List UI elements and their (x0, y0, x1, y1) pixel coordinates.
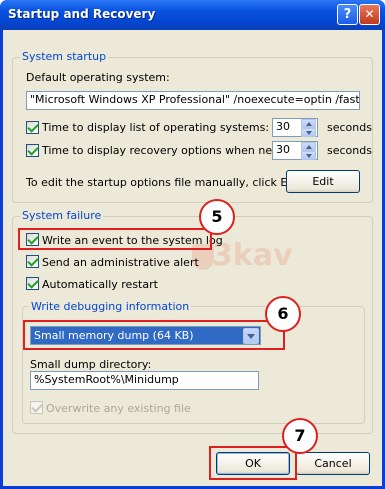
title-bar[interactable]: Startup and Recovery ? ✕ (0, 0, 385, 30)
default-os-label: Default operating system: (26, 71, 170, 84)
debug-info-selected: Small memory dump (64 KB) (34, 329, 194, 342)
chevron-down-icon[interactable] (243, 328, 259, 344)
edit-hint-text: To edit the startup options file manuall… (26, 176, 306, 189)
admin-alert-checkbox[interactable] (26, 255, 39, 268)
close-icon: ✕ (364, 7, 375, 21)
recovery-spin-up[interactable] (301, 142, 316, 151)
dump-dir-input[interactable]: %SystemRoot%\Minidump (30, 371, 259, 390)
cancel-button-label: Cancel (314, 457, 352, 470)
edit-button[interactable]: Edit (286, 170, 360, 193)
write-event-label: Write an event to the system log (42, 234, 223, 247)
default-os-value: "Microsoft Windows XP Professional" /noe… (30, 93, 360, 106)
dump-dir-value: %SystemRoot%\Minidump (34, 373, 179, 386)
system-startup-label: System startup (20, 50, 109, 63)
display-list-unit: seconds (327, 121, 372, 134)
callout-5: 5 (199, 199, 235, 235)
write-event-checkbox[interactable] (26, 233, 39, 246)
debug-info-label: Write debugging information (29, 300, 192, 313)
recovery-options-checkbox[interactable] (26, 144, 39, 157)
overwrite-label: Overwrite any existing file (46, 402, 191, 415)
startup-recovery-dialog: Startup and Recovery ? ✕ System startup … (0, 0, 385, 489)
callout-6: 6 (265, 296, 301, 332)
edit-button-label: Edit (312, 175, 334, 188)
ok-button-label: OK (245, 457, 261, 470)
display-list-spin-down[interactable] (301, 128, 316, 137)
ok-button[interactable]: OK (216, 452, 290, 475)
watermark-text: 3kav (212, 238, 293, 273)
close-button[interactable]: ✕ (359, 4, 380, 25)
callout-6-text: 6 (277, 304, 289, 323)
default-os-dropdown[interactable]: "Microsoft Windows XP Professional" /noe… (26, 91, 360, 110)
display-list-value: 30 (276, 120, 290, 133)
callout-7: 7 (282, 418, 318, 454)
auto-restart-label: Automatically restart (42, 278, 158, 291)
admin-alert-label: Send an administrative alert (42, 256, 199, 269)
window-title: Startup and Recovery (8, 7, 156, 21)
callout-5-text: 5 (211, 207, 223, 226)
callout-7-text: 7 (294, 426, 306, 445)
display-list-spin-up[interactable] (301, 119, 316, 128)
recovery-options-value: 30 (276, 143, 290, 156)
help-button[interactable]: ? (337, 4, 358, 25)
debug-info-select[interactable]: Small memory dump (64 KB) (30, 326, 261, 345)
dump-dir-label: Small dump directory: (30, 358, 152, 371)
cancel-button[interactable]: Cancel (296, 452, 370, 475)
recovery-options-label: Time to display recovery options when ne… (42, 144, 304, 157)
system-failure-label: System failure (20, 209, 104, 222)
auto-restart-checkbox[interactable] (26, 277, 39, 290)
display-list-label: Time to display list of operating system… (42, 121, 270, 134)
recovery-options-unit: seconds (327, 144, 372, 157)
recovery-spin-down[interactable] (301, 151, 316, 160)
display-list-checkbox[interactable] (26, 121, 39, 134)
help-icon: ? (343, 7, 352, 22)
overwrite-checkbox[interactable] (30, 401, 43, 414)
